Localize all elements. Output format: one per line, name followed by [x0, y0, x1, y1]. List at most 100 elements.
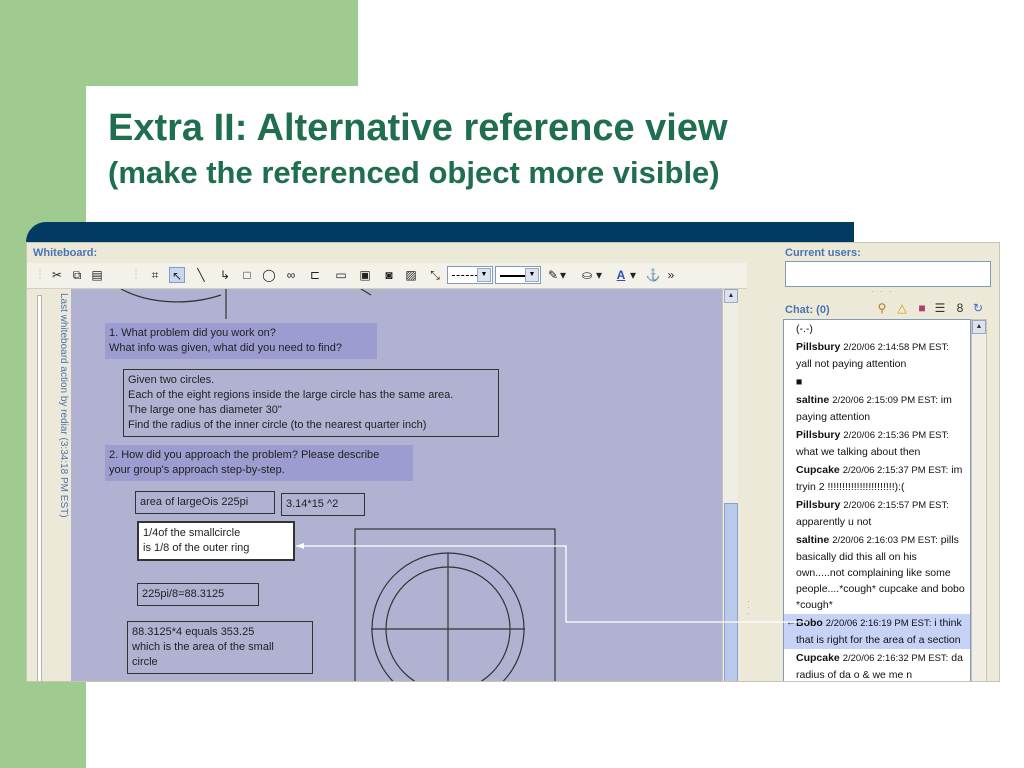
fill-color-icon[interactable]: ⛀: [579, 267, 595, 283]
whiteboard-scrollbar[interactable]: ▲: [722, 289, 738, 681]
freehand-tick: [360, 289, 372, 296]
box-text-line: 3.14*15 ^2: [286, 498, 339, 510]
ellipse-icon[interactable]: ◯: [261, 267, 277, 283]
lasso-icon[interactable]: ⌗: [147, 267, 163, 283]
image-icon[interactable]: ▣: [357, 267, 373, 283]
chat-message[interactable]: Cupcake 2/20/06 2:15:37 PM EST: im tryin…: [784, 461, 970, 496]
whiteboard-header: Whiteboard:: [27, 243, 747, 263]
chat-message[interactable]: saltine 2/20/06 2:16:03 PM EST: pills ba…: [784, 531, 970, 614]
chat-author: saltine: [796, 534, 830, 546]
current-users-list[interactable]: [785, 261, 991, 287]
whiteboard-box-given[interactable]: Given two circles. Each of the eight regi…: [123, 369, 499, 437]
line-width-icon: [500, 275, 526, 277]
chat-author: Pillsbury: [796, 341, 841, 353]
whiteboard-box-q2[interactable]: 2. How did you approach the problem? Ple…: [105, 445, 413, 481]
rectangle-icon[interactable]: □: [239, 267, 255, 283]
paste-icon[interactable]: ▤: [89, 267, 105, 283]
whiteboard-box-div[interactable]: 225pi/8=88.3125: [137, 583, 259, 606]
chevron-down-icon[interactable]: ▾: [559, 267, 567, 283]
pointer-icon[interactable]: ↖: [169, 267, 185, 283]
chat-author: saltine: [796, 394, 830, 406]
callout-icon[interactable]: ⊏: [307, 267, 323, 283]
chat-author: Bobo: [796, 617, 823, 629]
box-text-line: your group's approach step-by-step.: [109, 464, 285, 476]
slide-accent-top: [86, 0, 358, 86]
settings-icon[interactable]: 8: [953, 301, 967, 315]
box-text-line: is 1/8 of the outer ring: [143, 542, 250, 554]
copy-icon[interactable]: ⧉: [69, 267, 85, 283]
line-icon[interactable]: ╲: [193, 267, 209, 283]
divider-grip[interactable]: · · ·: [747, 598, 755, 619]
reference-marker-icon: ←: [786, 617, 796, 628]
whiteboard-ruler[interactable]: [37, 295, 42, 681]
palette-icon[interactable]: ■: [915, 301, 929, 315]
chat-message[interactable]: Pillsbury 2/20/06 2:15:57 PM EST: appare…: [784, 496, 970, 531]
chevron-down-icon[interactable]: ▾: [595, 267, 603, 283]
box-text-line: Find the radius of the inner circle (to …: [128, 419, 427, 431]
refresh-icon[interactable]: ↻: [971, 301, 985, 315]
picture-icon[interactable]: ▨: [403, 267, 419, 283]
chat-text: (-.-): [796, 323, 813, 335]
chat-message[interactable]: ← Bobo 2/20/06 2:16:19 PM EST: i think th…: [784, 614, 970, 649]
alert-icon[interactable]: △: [895, 301, 909, 315]
panel-grip[interactable]: · · ·: [871, 287, 893, 296]
chat-scrollbar[interactable]: ▲: [971, 319, 987, 681]
chat-message[interactable]: ■: [784, 373, 970, 391]
whiteboard-box-area[interactable]: area of largeOis 225pi: [135, 491, 275, 514]
chat-message[interactable]: Pillsbury 2/20/06 2:14:58 PM EST: yall n…: [784, 338, 970, 373]
outer-square: [354, 528, 556, 681]
camera-icon[interactable]: ◙: [381, 267, 397, 283]
equation-icon[interactable]: ∞: [283, 267, 299, 283]
whiteboard-canvas[interactable]: 1. What problem did you work on? What inf…: [71, 289, 722, 681]
chat-text: apparently u not: [796, 516, 872, 528]
connector-icon[interactable]: ↳: [217, 267, 233, 283]
scroll-up-icon[interactable]: ▲: [972, 320, 986, 334]
box-text-line: 2. How did you approach the problem? Ple…: [109, 449, 380, 461]
chat-text: yall not paying attention: [796, 358, 907, 370]
box-text-line: area of largeOis 225pi: [140, 496, 249, 508]
chat-timestamp: 2/20/06 2:16:32 PM EST:: [842, 653, 949, 664]
scroll-up-icon[interactable]: ▲: [724, 289, 738, 303]
last-action-label: Last whiteboard action by rediar (3:34:1…: [55, 293, 69, 681]
dash-style-dropdown[interactable]: ▼: [447, 266, 493, 284]
box-text-line: 225pi/8=88.3125: [142, 588, 225, 600]
box-text-line: 88.3125*4 equals 353.25: [132, 626, 255, 638]
whiteboard-box-mult[interactable]: 88.3125*4 equals 353.25 which is the area…: [127, 621, 313, 674]
whiteboard-box-calc[interactable]: 3.14*15 ^2: [281, 493, 365, 516]
chevron-down-icon: ▼: [477, 268, 491, 282]
font-color-icon[interactable]: A: [613, 267, 629, 283]
chat-message[interactable]: (-.-): [784, 320, 970, 338]
anchor-icon[interactable]: ⚓: [645, 267, 661, 283]
chat-message[interactable]: Cupcake 2/20/06 2:16:32 PM EST: da radiu…: [784, 649, 970, 681]
whiteboard-box-q1[interactable]: 1. What problem did you work on? What inf…: [105, 323, 377, 359]
search-icon[interactable]: ⚲: [875, 301, 889, 315]
current-users-title: Current users:: [785, 247, 861, 259]
last-action-text: Last whiteboard action by rediar (3:34:1…: [58, 293, 69, 518]
cut-icon[interactable]: ✂: [49, 267, 65, 283]
line-width-dropdown[interactable]: ▼: [495, 266, 541, 284]
chat-message[interactable]: Pillsbury 2/20/06 2:15:36 PM EST: what w…: [784, 426, 970, 461]
box-text-line: Each of the eight regions inside the lar…: [128, 389, 454, 401]
chevron-down-icon[interactable]: ▾: [629, 267, 637, 283]
more-icon[interactable]: »: [663, 267, 679, 283]
vmt-screenshot: Whiteboard: ⋮ ✂ ⧉ ▤ ⋮ ⌗ ↖ ╲ ↳ □ ◯ ∞ ⊏ ▭ …: [26, 242, 1000, 682]
right-panel: Current users: · · · Chat: (0) ⚲ △ ■ ☰ 8…: [781, 243, 999, 681]
chat-text: what we talking about then: [796, 446, 921, 458]
chat-message-list[interactable]: (-.-) Pillsbury 2/20/06 2:14:58 PM EST: y…: [783, 319, 971, 681]
chat-message[interactable]: saltine 2/20/06 2:15:09 PM EST: im payin…: [784, 391, 970, 426]
chat-author: Pillsbury: [796, 429, 841, 441]
scrollbar-thumb[interactable]: [724, 503, 738, 681]
slide-subtitle: (make the referenced object more visible…: [108, 155, 720, 190]
chat-timestamp: 2/20/06 2:15:36 PM EST:: [843, 430, 949, 441]
toolbar-grip: ⋮: [131, 269, 141, 280]
list-icon[interactable]: ☰: [933, 301, 947, 315]
text-icon[interactable]: ▭: [333, 267, 349, 283]
whiteboard-box-ref[interactable]: 1/4of the smallcircle is 1/8 of the outer…: [137, 521, 295, 561]
slide-title: Extra II: Alternative reference view: [108, 107, 728, 149]
chat-timestamp: 2/20/06 2:15:57 PM EST:: [843, 500, 949, 511]
whiteboard-title: Whiteboard:: [33, 247, 98, 259]
link-icon[interactable]: ⤡: [427, 267, 443, 283]
box-text-line: 1/4of the smallcircle: [143, 527, 241, 539]
chat-text: ■: [796, 376, 803, 388]
chat-author: Cupcake: [796, 464, 840, 476]
